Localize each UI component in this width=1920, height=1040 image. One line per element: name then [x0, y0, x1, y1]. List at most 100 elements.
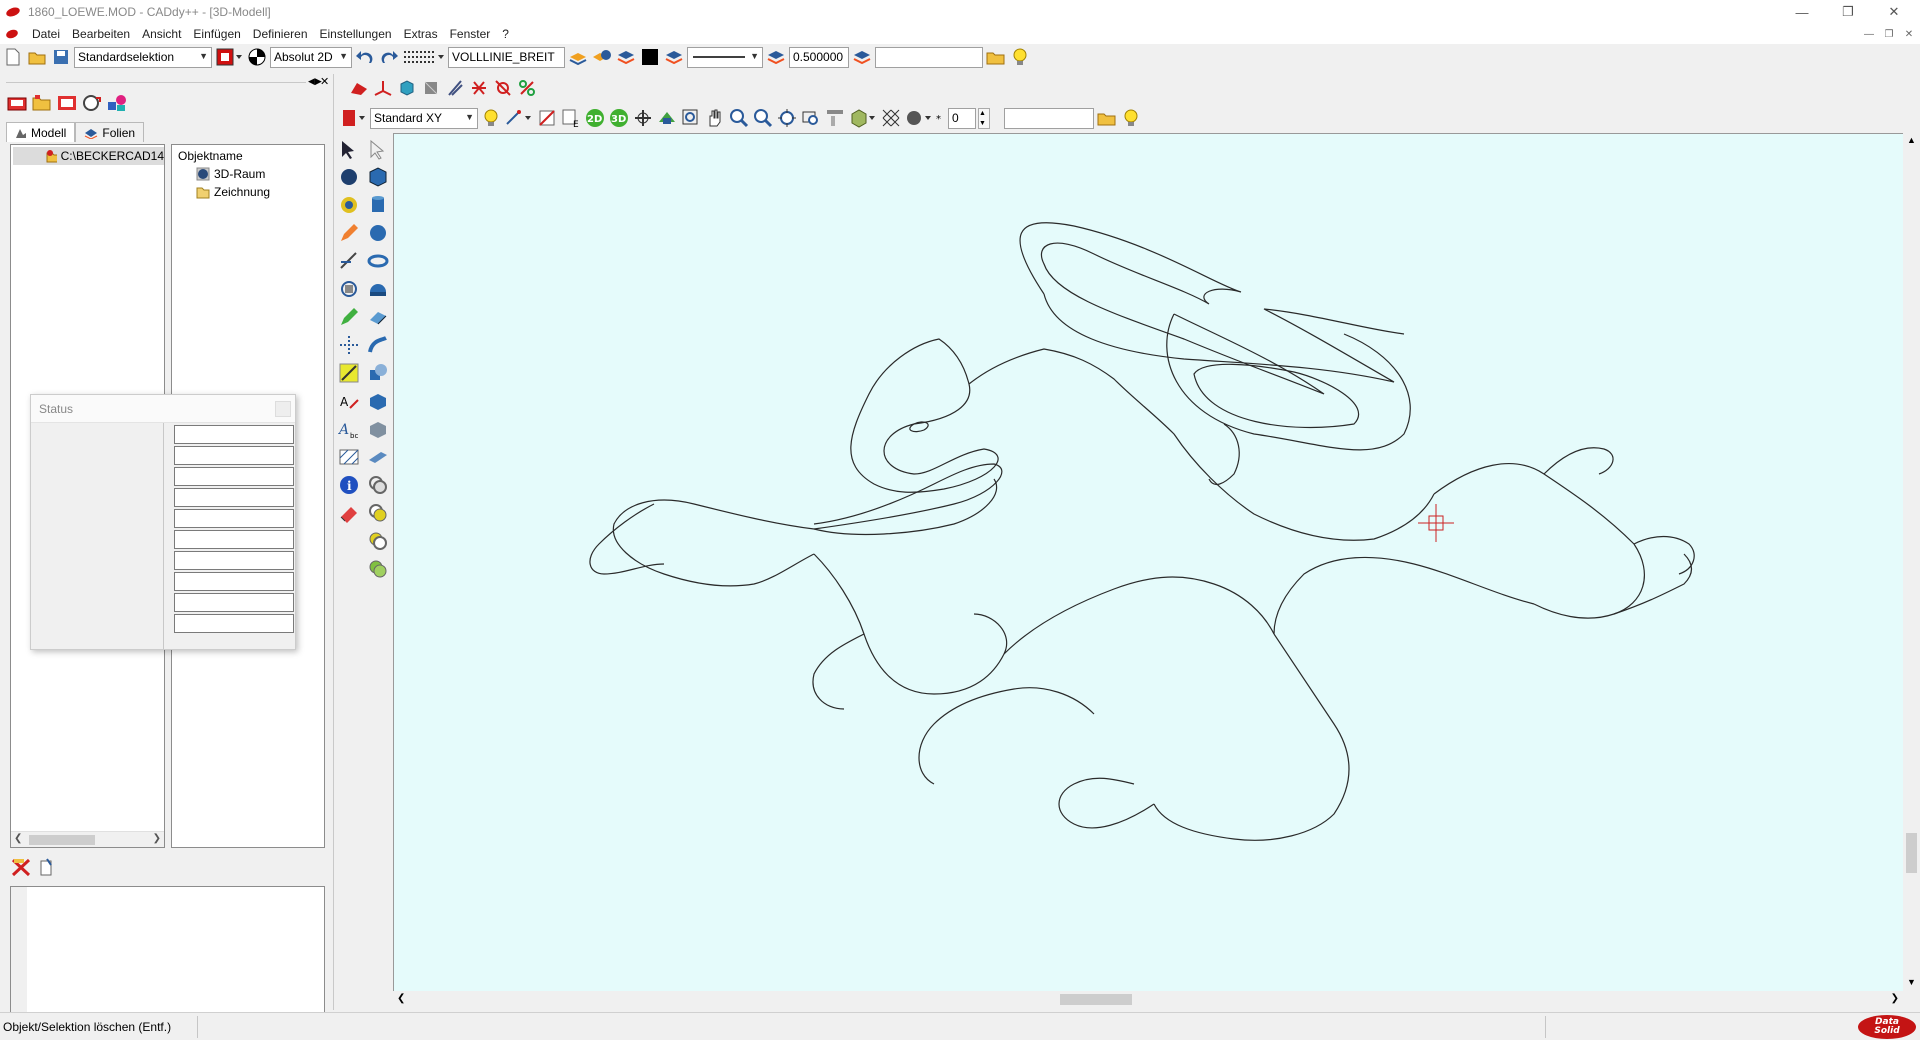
folder-tree-icon[interactable]	[31, 92, 53, 114]
view-3d-icon[interactable]: 3D	[608, 107, 630, 129]
zoom-window-icon[interactable]	[680, 107, 702, 129]
select-arrow-icon[interactable]	[337, 137, 361, 161]
torus-solid-icon[interactable]	[366, 249, 390, 273]
rotate-tool-icon[interactable]	[337, 277, 361, 301]
line-width-field[interactable]: 0.500000	[789, 46, 849, 68]
delete-cross-icon[interactable]	[10, 856, 32, 878]
menu-definieren[interactable]: Definieren	[247, 27, 314, 41]
status-field[interactable]	[174, 551, 294, 570]
cube-solid-icon[interactable]	[366, 165, 390, 189]
viewport-vscrollbar[interactable]: ▲ ▼	[1903, 133, 1920, 991]
model-view-icon[interactable]	[6, 92, 28, 114]
lion-drawing[interactable]	[394, 134, 1904, 992]
minimize-button[interactable]: —	[1779, 0, 1825, 24]
scroll-up-icon[interactable]: ▲	[1907, 135, 1916, 145]
tree-root-row[interactable]: C:\BECKERCAD14	[13, 147, 164, 165]
status-field[interactable]	[174, 593, 294, 612]
hatch-tool-icon[interactable]	[337, 445, 361, 469]
status-field[interactable]	[174, 509, 294, 528]
command-input[interactable]	[875, 46, 983, 68]
box-grey-icon[interactable]	[366, 417, 390, 441]
transform-red-icon[interactable]	[348, 77, 370, 99]
object-item-3d-raum[interactable]: 3D-Raum	[172, 165, 324, 183]
rings-yellow-icon[interactable]	[366, 501, 390, 525]
object-types-icon[interactable]	[106, 92, 128, 114]
grid-pattern-icon[interactable]	[402, 46, 446, 68]
status-field[interactable]	[174, 614, 294, 633]
document-icon[interactable]	[4, 28, 20, 40]
panel-close-icon[interactable]: ✕	[320, 75, 329, 88]
scroll-thumb[interactable]	[29, 835, 95, 845]
text-style-icon[interactable]: Abc	[337, 417, 361, 441]
status-dialog-close-button[interactable]	[275, 401, 291, 417]
sweep-solid-icon[interactable]	[366, 333, 390, 357]
line-style-select[interactable]: ▼	[687, 46, 763, 68]
mdi-restore-button[interactable]: ❐	[1880, 26, 1898, 42]
line-width-layer-icon[interactable]	[765, 46, 787, 68]
tab-folien[interactable]: Folien	[75, 122, 145, 142]
menu-bearbeiten[interactable]: Bearbeiten	[66, 27, 136, 41]
scroll-right-icon[interactable]: ❯	[1891, 993, 1899, 1004]
extrude-solid-icon[interactable]	[366, 305, 390, 329]
menu-einstellungen[interactable]: Einstellungen	[314, 27, 398, 41]
slab-solid-icon[interactable]	[366, 445, 390, 469]
scroll-down-icon[interactable]: ▼	[1907, 977, 1916, 987]
zoom-in-icon[interactable]	[728, 107, 750, 129]
sphere-solid-icon[interactable]	[366, 221, 390, 245]
layer-color-icon[interactable]	[663, 46, 685, 68]
menu-datei[interactable]: Datei	[26, 27, 66, 41]
coordinate-mode-select[interactable]: Absolut 2D ▼	[270, 46, 352, 68]
view-command-input[interactable]	[1004, 107, 1094, 129]
cylinder-solid-icon[interactable]	[366, 193, 390, 217]
cap-solid-icon[interactable]	[366, 277, 390, 301]
layer-properties-icon[interactable]	[567, 46, 589, 68]
select-frame-icon[interactable]	[214, 46, 244, 68]
zoom-out-icon[interactable]	[752, 107, 774, 129]
point-snap-icon[interactable]	[337, 193, 361, 217]
select-arrow-light-icon[interactable]	[366, 137, 390, 161]
tab-modell[interactable]: Modell	[6, 122, 76, 142]
color-swatch-icon[interactable]	[639, 46, 661, 68]
lightbulb-icon[interactable]	[1009, 46, 1031, 68]
shading-cube-icon[interactable]	[848, 107, 878, 129]
plane-e-icon[interactable]: E	[560, 107, 582, 129]
undo-icon[interactable]	[354, 46, 376, 68]
menu-ansicht[interactable]: Ansicht	[136, 27, 187, 41]
zoom-previous-icon[interactable]	[800, 107, 822, 129]
lightbulb-icon[interactable]	[1120, 107, 1142, 129]
menu-extras[interactable]: Extras	[398, 27, 444, 41]
drawing-viewport[interactable]	[393, 133, 1903, 991]
sphere-display-icon[interactable]	[904, 107, 934, 129]
folder-open-icon[interactable]	[985, 46, 1007, 68]
restore-button[interactable]: ❐	[1825, 0, 1871, 24]
layer-number-spinner[interactable]: ▲ ▼	[978, 107, 990, 129]
light-view-icon[interactable]	[480, 107, 502, 129]
info-icon[interactable]: i	[337, 473, 361, 497]
scroll-left-icon[interactable]: ❮	[397, 993, 405, 1004]
view-select[interactable]: Standard XY ▼	[370, 107, 478, 129]
crosshair-dots-icon[interactable]	[337, 333, 361, 357]
menu-einfuegen[interactable]: Einfügen	[187, 27, 246, 41]
status-field[interactable]	[174, 572, 294, 591]
snap-point-icon[interactable]	[504, 107, 534, 129]
rotate-object-icon[interactable]	[420, 77, 442, 99]
modify-red-icon[interactable]	[492, 77, 514, 99]
pan-hand-icon[interactable]	[704, 107, 726, 129]
new-file-icon[interactable]	[2, 46, 24, 68]
layer-tree-icon[interactable]	[56, 92, 78, 114]
dimension-tool-icon[interactable]	[337, 249, 361, 273]
text-tool-icon[interactable]: A	[337, 389, 361, 413]
rings-green-icon[interactable]	[366, 557, 390, 581]
pencil-draw-icon[interactable]	[337, 221, 361, 245]
open-file-icon[interactable]	[26, 46, 48, 68]
zoom-all-icon[interactable]	[776, 107, 798, 129]
viewport-hscrollbar[interactable]: ❮ ❯	[393, 991, 1903, 1008]
render-view-icon[interactable]	[656, 107, 678, 129]
folder-open-icon[interactable]	[1096, 107, 1118, 129]
selection-mode-select[interactable]: Standardselektion ▼	[74, 46, 212, 68]
plane-edit-icon[interactable]	[536, 107, 558, 129]
rings-gold-icon[interactable]	[366, 529, 390, 553]
layer-number-field[interactable]: 0	[948, 107, 976, 129]
trim-red-icon[interactable]	[468, 77, 490, 99]
spin-up-icon[interactable]: ▲	[979, 109, 989, 119]
